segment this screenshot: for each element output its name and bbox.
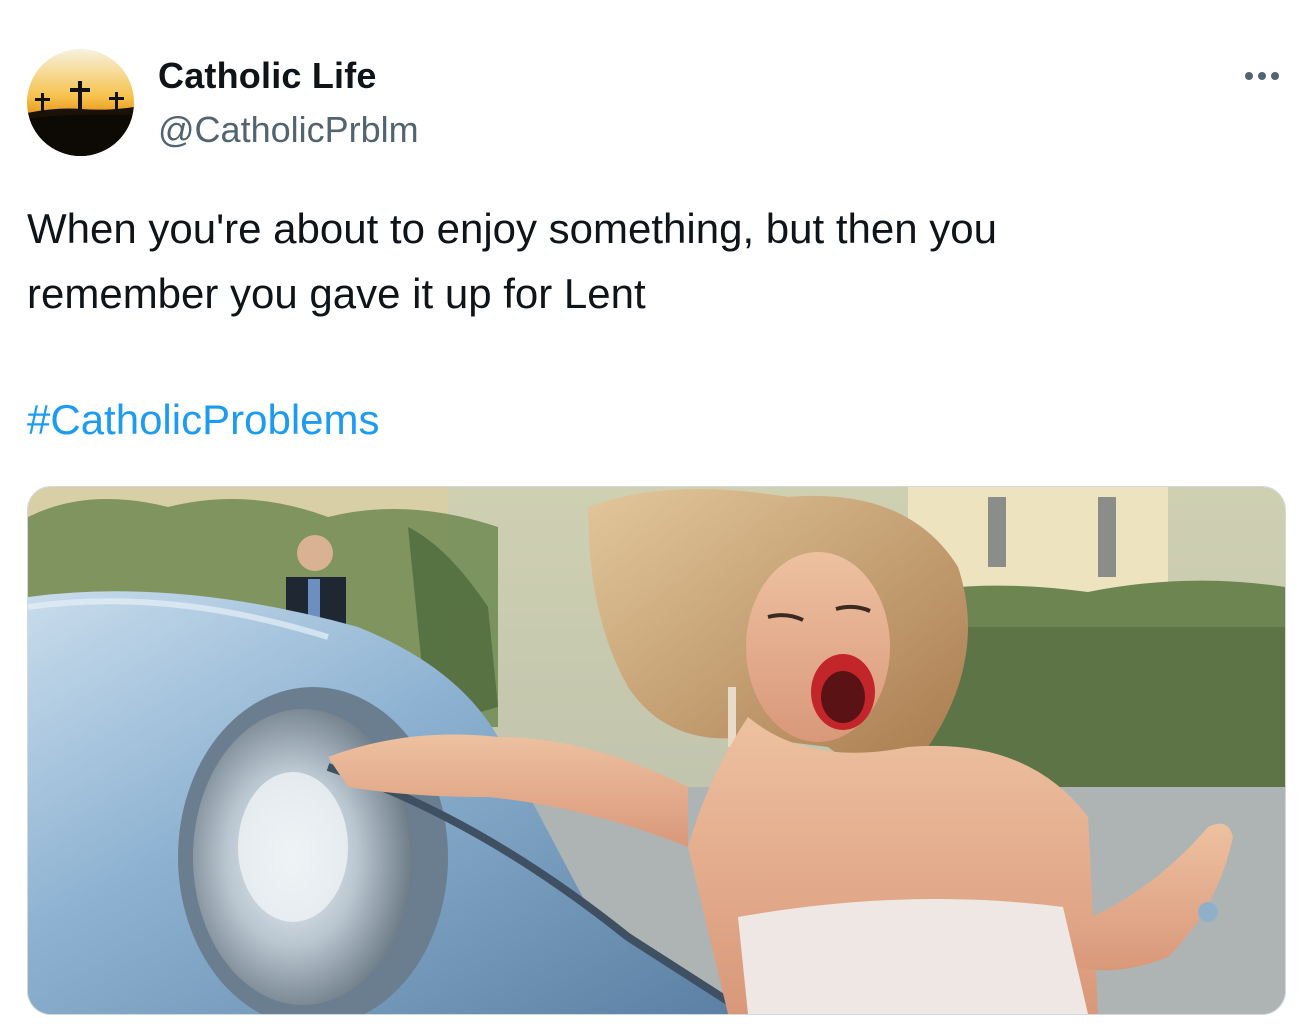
tweet-text-line: remember you gave it up for Lent	[27, 270, 646, 317]
dot	[1271, 72, 1279, 80]
three-crosses-sunset-icon	[27, 49, 134, 156]
dot	[1245, 72, 1253, 80]
tweet-media-photo[interactable]	[27, 486, 1286, 1015]
tweet-text-line: When you're about to enjoy something, bu…	[27, 205, 997, 252]
tweet-text: When you're about to enjoy something, bu…	[27, 196, 1267, 326]
dot	[1258, 72, 1266, 80]
author-handle[interactable]: @CatholicPrblm	[158, 108, 419, 152]
hashtag-link[interactable]: #CatholicProblems	[27, 390, 380, 450]
tweet: Catholic Life @CatholicPrblm When you're…	[0, 0, 1307, 1035]
author-display-name[interactable]: Catholic Life	[158, 54, 377, 98]
photo-illustration	[28, 487, 1285, 1014]
avatar[interactable]	[27, 49, 134, 156]
more-options-icon[interactable]	[1238, 60, 1286, 92]
